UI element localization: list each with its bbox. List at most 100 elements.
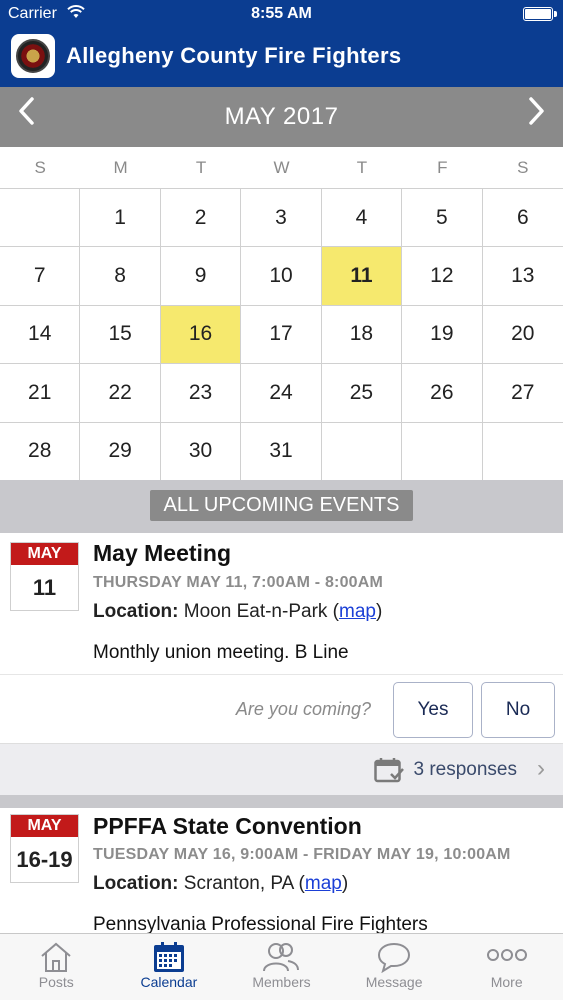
calendar-day[interactable]: 8 xyxy=(80,247,161,306)
calendar-day[interactable]: 20 xyxy=(482,306,563,365)
event-datetime: THURSDAY MAY 11, 7:00AM - 8:00AM xyxy=(93,574,384,591)
calendar-empty-cell xyxy=(402,422,483,481)
rsvp-row: Are you coming? Yes No xyxy=(0,674,563,744)
calendar-day[interactable]: 6 xyxy=(482,189,563,248)
calendar-day[interactable]: 24 xyxy=(241,364,322,423)
more-dots-icon xyxy=(450,934,563,974)
tab-posts[interactable]: Posts xyxy=(0,934,113,1000)
tab-message[interactable]: Message xyxy=(338,934,451,1000)
tab-more[interactable]: More xyxy=(450,934,563,1000)
calendar-day[interactable]: 15 xyxy=(80,305,161,365)
badge-month: MAY xyxy=(11,543,78,565)
next-month-button[interactable] xyxy=(529,95,545,134)
chevron-right-icon xyxy=(529,97,544,125)
responses-row[interactable]: 3 responses › xyxy=(0,743,563,795)
badge-month: MAY xyxy=(11,815,78,837)
event-card[interactable]: MAY 11 May Meeting THURSDAY MAY 11, 7:00… xyxy=(0,533,563,795)
calendar-day[interactable]: 5 xyxy=(402,189,483,248)
calendar-day[interactable]: 30 xyxy=(160,422,242,481)
tab-calendar[interactable]: Calendar xyxy=(113,934,226,1000)
calendar-day[interactable]: 10 xyxy=(241,247,322,306)
tab-members[interactable]: Members xyxy=(225,934,338,1000)
event-location: Location: Moon Eat-n-Park (map) xyxy=(93,601,383,622)
status-bar: Carrier 8:55 AM xyxy=(0,0,563,28)
rsvp-no-button[interactable]: No xyxy=(481,682,555,738)
event-title[interactable]: May Meeting xyxy=(93,540,231,567)
calendar-day[interactable]: 11 xyxy=(321,247,403,306)
map-link[interactable]: map xyxy=(339,601,376,622)
all-upcoming-events-label: ALL UPCOMING EVENTS xyxy=(150,490,413,521)
speech-bubble-icon xyxy=(338,934,451,974)
calendar-day[interactable]: 1 xyxy=(80,189,161,248)
weekday-label: S xyxy=(34,158,46,177)
calendar-day[interactable]: 21 xyxy=(0,364,81,423)
calendar-day[interactable]: 3 xyxy=(241,189,322,248)
calendar-day[interactable]: 13 xyxy=(482,247,563,306)
tab-label: Calendar xyxy=(140,974,198,990)
calendar-day[interactable]: 18 xyxy=(321,305,403,365)
battery-icon xyxy=(523,7,557,21)
responses-count[interactable]: 3 responses xyxy=(413,759,517,781)
weekday-label: T xyxy=(195,158,207,177)
badge-day: 11 xyxy=(32,575,57,600)
location-value: Scranton, PA xyxy=(183,873,294,894)
calendar-day[interactable]: 25 xyxy=(321,364,403,423)
calendar-day[interactable]: 7 xyxy=(0,247,81,306)
calendar-day[interactable]: 28 xyxy=(0,422,81,481)
event-datetime: TUESDAY MAY 16, 9:00AM - FRIDAY MAY 19, … xyxy=(93,846,511,863)
badge-day: 16-19 xyxy=(16,847,73,872)
weekday-label: M xyxy=(113,158,128,177)
rsvp-yes-button[interactable]: Yes xyxy=(393,682,473,738)
calendar-icon xyxy=(113,934,226,974)
people-icon xyxy=(225,934,338,974)
calendar-check-icon xyxy=(374,757,404,783)
event-card[interactable]: MAY 16-19 PPFFA State Convention TUESDAY… xyxy=(0,808,563,933)
chevron-right-icon: › xyxy=(537,755,545,782)
calendar-day[interactable]: 14 xyxy=(0,305,81,365)
calendar-day[interactable]: 17 xyxy=(241,305,322,365)
app-header: Carrier 8:55 AM Allegheny County Fire Fi… xyxy=(0,0,563,87)
calendar-day[interactable]: 31 xyxy=(241,422,322,481)
calendar-day[interactable]: 27 xyxy=(482,364,563,423)
calendar-day[interactable]: 22 xyxy=(80,364,161,423)
calendar-day[interactable]: 4 xyxy=(321,189,403,248)
page-title: Allegheny County Fire Fighters xyxy=(66,43,402,68)
month-navigation: MAY 2017 xyxy=(0,87,563,147)
tab-bar: Posts Calendar Members Message More xyxy=(0,933,563,1000)
event-date-badge: MAY 11 xyxy=(10,542,79,611)
tab-label: Message xyxy=(365,974,423,990)
event-description: Monthly union meeting. B Line xyxy=(93,642,349,663)
weekday-label: S xyxy=(517,158,529,177)
calendar-day[interactable]: 19 xyxy=(402,305,483,365)
upcoming-section: ALL UPCOMING EVENTS xyxy=(0,480,563,533)
map-link[interactable]: map xyxy=(305,873,342,894)
weekday-label: T xyxy=(356,158,368,177)
month-label: MAY 2017 xyxy=(224,103,339,130)
calendar-empty-cell xyxy=(482,423,563,481)
calendar-day[interactable]: 26 xyxy=(402,364,483,423)
calendar-empty-cell xyxy=(0,189,81,248)
calendar-day[interactable]: 9 xyxy=(160,247,242,306)
event-description: Pennsylvania Professional Fire Fighters xyxy=(93,914,428,933)
calendar-day[interactable]: 29 xyxy=(80,422,161,481)
weekday-header: SMTWTFS xyxy=(0,147,563,188)
weekday-label: W xyxy=(273,158,290,177)
event-date-badge: MAY 16-19 xyxy=(10,814,79,883)
rsvp-question: Are you coming? xyxy=(235,699,371,719)
event-location: Location: Scranton, PA (map) xyxy=(93,873,349,894)
calendar-day[interactable]: 12 xyxy=(402,247,483,306)
calendar-day[interactable]: 2 xyxy=(160,189,242,248)
location-label: Location: xyxy=(93,601,179,622)
weekday-label: F xyxy=(437,158,448,177)
location-label: Location: xyxy=(93,873,179,894)
tab-label: Posts xyxy=(38,974,74,990)
calendar-day[interactable]: 16 xyxy=(160,305,242,365)
calendar-day[interactable]: 23 xyxy=(160,364,242,423)
app-logo xyxy=(11,34,55,78)
divider xyxy=(0,795,563,808)
event-title[interactable]: PPFFA State Convention xyxy=(93,813,362,840)
tab-label: More xyxy=(490,974,523,990)
calendar-grid: 1 2 3 4 5 6 7 8 9 10 11 12 13 14 15 16 17 18 19 20 21 22 23 24 2… xyxy=(0,188,563,481)
location-value: Moon Eat-n-Park xyxy=(183,601,328,622)
tab-label: Members xyxy=(252,974,311,990)
